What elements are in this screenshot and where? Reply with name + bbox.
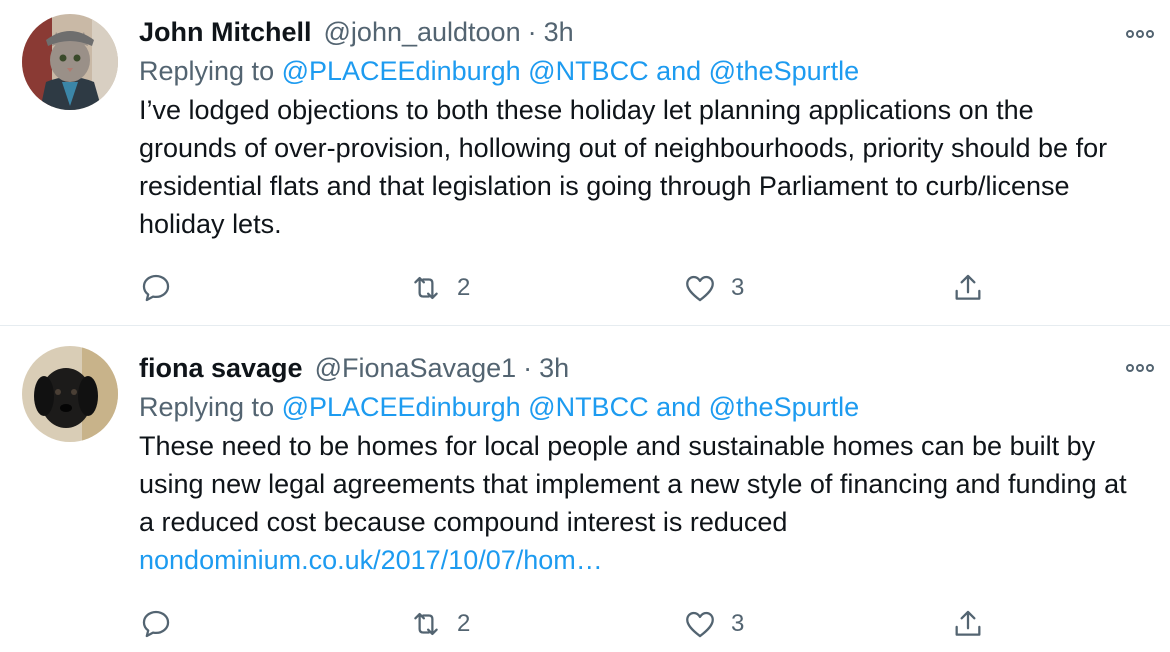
- separator-dot: ·: [523, 353, 533, 383]
- tweet-text-content: I’ve lodged objections to both these hol…: [139, 95, 1108, 239]
- more-options-icon[interactable]: [1126, 30, 1154, 38]
- user-handle[interactable]: @FionaSavage1: [315, 350, 517, 386]
- tweet-actions: 2 3: [139, 604, 999, 644]
- timestamp[interactable]: 3h: [544, 14, 574, 50]
- like-button[interactable]: 3: [683, 268, 744, 308]
- mention-link[interactable]: @theSpurtle: [709, 56, 860, 86]
- puppy-avatar-image: [22, 346, 118, 442]
- heart-icon: [686, 275, 714, 302]
- replying-prefix: Replying to: [139, 392, 282, 422]
- retweet-button[interactable]: 2: [409, 604, 470, 644]
- reply-icon: [142, 274, 170, 302]
- user-handle[interactable]: @john_auldtoon: [324, 14, 521, 50]
- tweet-text: I’ve lodged objections to both these hol…: [139, 91, 1130, 243]
- mention-link[interactable]: @PLACEEdinburgh: [282, 56, 521, 86]
- like-count: 3: [731, 610, 745, 637]
- more-options-icon[interactable]: [1126, 364, 1154, 372]
- retweet-count: 2: [457, 274, 471, 301]
- heart-icon: [686, 611, 714, 638]
- avatar[interactable]: [22, 346, 118, 442]
- timestamp[interactable]: 3h: [539, 350, 569, 386]
- replying-prefix: Replying to: [139, 56, 282, 86]
- share-icon: [955, 274, 981, 300]
- and-text: and: [648, 392, 709, 422]
- mention-link[interactable]: @theSpurtle: [709, 392, 860, 422]
- reply-button[interactable]: [139, 604, 187, 644]
- replying-to: Replying to @PLACEEdinburgh @NTBCC and @…: [139, 53, 1130, 89]
- mention-link[interactable]: @NTBCC: [528, 392, 648, 422]
- retweet-count: 2: [457, 610, 471, 637]
- display-name[interactable]: fiona savage: [139, 350, 303, 386]
- like-count: 3: [731, 274, 745, 301]
- display-name[interactable]: John Mitchell: [139, 14, 312, 50]
- avatar[interactable]: [22, 14, 118, 110]
- tweet-text-content: These need to be homes for local people …: [139, 431, 1127, 537]
- tweet-text: These need to be homes for local people …: [139, 427, 1130, 579]
- tweet[interactable]: John Mitchell @john_auldtoon · 3h Replyi…: [0, 0, 1170, 326]
- reply-button[interactable]: [139, 268, 187, 308]
- share-icon: [955, 610, 981, 636]
- retweet-icon: [414, 276, 438, 300]
- and-text: and: [648, 56, 709, 86]
- replying-to: Replying to @PLACEEdinburgh @NTBCC and @…: [139, 389, 1130, 425]
- reply-icon: [142, 610, 170, 638]
- tweet-actions: 2 3: [139, 268, 999, 308]
- retweet-icon: [414, 612, 438, 636]
- retweet-button[interactable]: 2: [409, 268, 470, 308]
- like-button[interactable]: 3: [683, 604, 744, 644]
- share-button[interactable]: [951, 604, 985, 644]
- tweet[interactable]: fiona savage @FionaSavage1 · 3h Replying…: [0, 326, 1170, 652]
- separator-dot: ·: [527, 17, 537, 47]
- external-link[interactable]: nondominium.co.uk/2017/10/07/hom…: [139, 545, 603, 575]
- mention-link[interactable]: @NTBCC: [528, 56, 648, 86]
- share-button[interactable]: [951, 268, 985, 308]
- mention-link[interactable]: @PLACEEdinburgh: [282, 392, 521, 422]
- cat-avatar-image: [22, 14, 118, 110]
